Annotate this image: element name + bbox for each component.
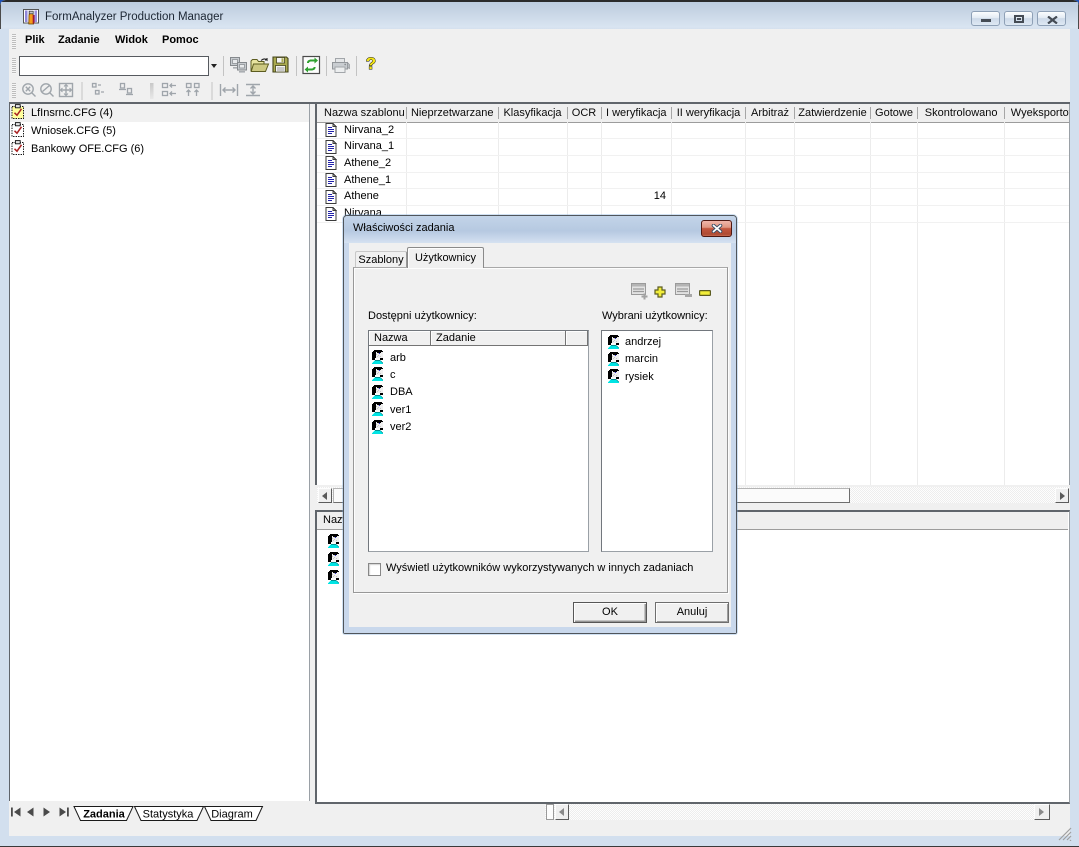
svg-text:?: ?: [366, 54, 376, 73]
svg-text:Statystyka: Statystyka: [143, 809, 195, 821]
svg-text:Diagram: Diagram: [211, 809, 253, 821]
svg-text:Zadania: Zadania: [83, 809, 125, 821]
